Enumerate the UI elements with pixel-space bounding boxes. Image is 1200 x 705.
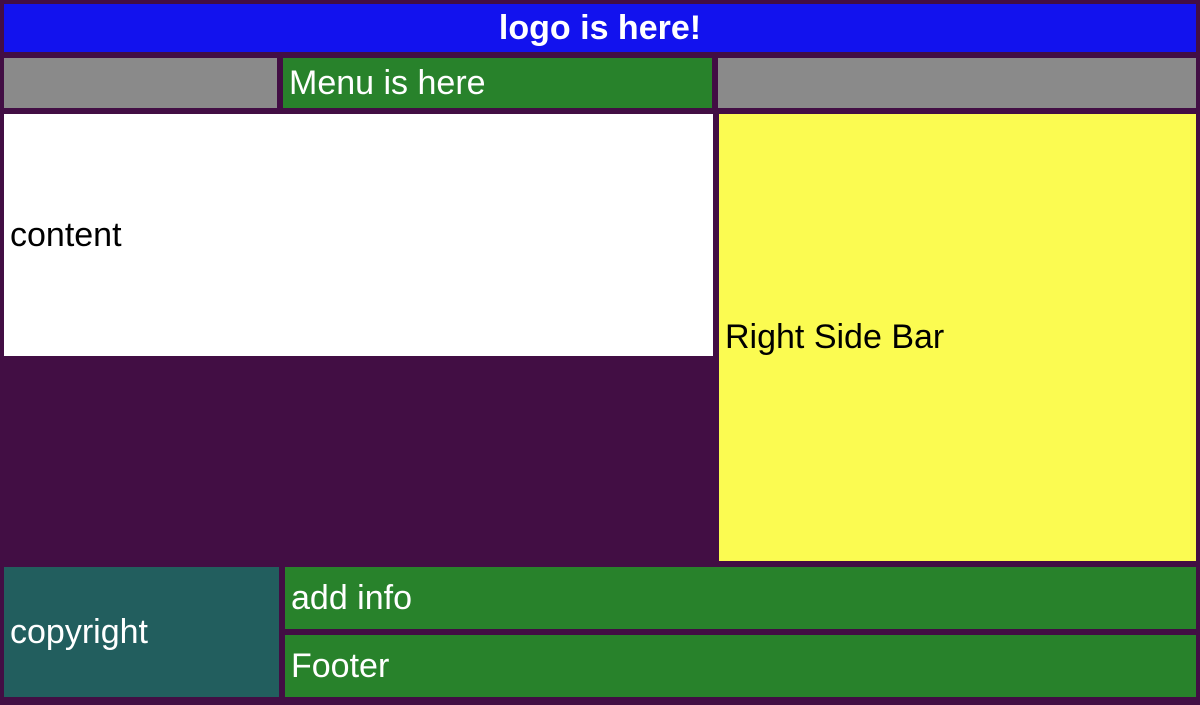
- content-area: content: [4, 114, 713, 356]
- right-sidebar: Right Side Bar: [719, 114, 1196, 561]
- logo-text: logo is here!: [499, 9, 701, 48]
- copyright-label: copyright: [10, 613, 148, 652]
- footer-row: copyright add info Footer: [4, 567, 1196, 697]
- copyright-block: copyright: [4, 567, 279, 697]
- menu-label: Menu is here: [289, 64, 486, 103]
- footer-label: Footer: [291, 647, 389, 686]
- main-row: content Right Side Bar: [4, 114, 1196, 561]
- header-logo: logo is here!: [4, 4, 1196, 52]
- sidebar-label: Right Side Bar: [725, 318, 944, 357]
- footer-right-column: add info Footer: [285, 567, 1196, 697]
- menu-row: Menu is here: [4, 58, 1196, 108]
- menu-bar[interactable]: Menu is here: [283, 58, 712, 108]
- add-info-block: add info: [285, 567, 1196, 629]
- menu-left-spacer: [4, 58, 277, 108]
- main-left-column: content: [4, 114, 713, 561]
- footer-block: Footer: [285, 635, 1196, 697]
- menu-right-spacer: [718, 58, 1196, 108]
- addinfo-label: add info: [291, 579, 412, 618]
- content-label: content: [10, 216, 122, 255]
